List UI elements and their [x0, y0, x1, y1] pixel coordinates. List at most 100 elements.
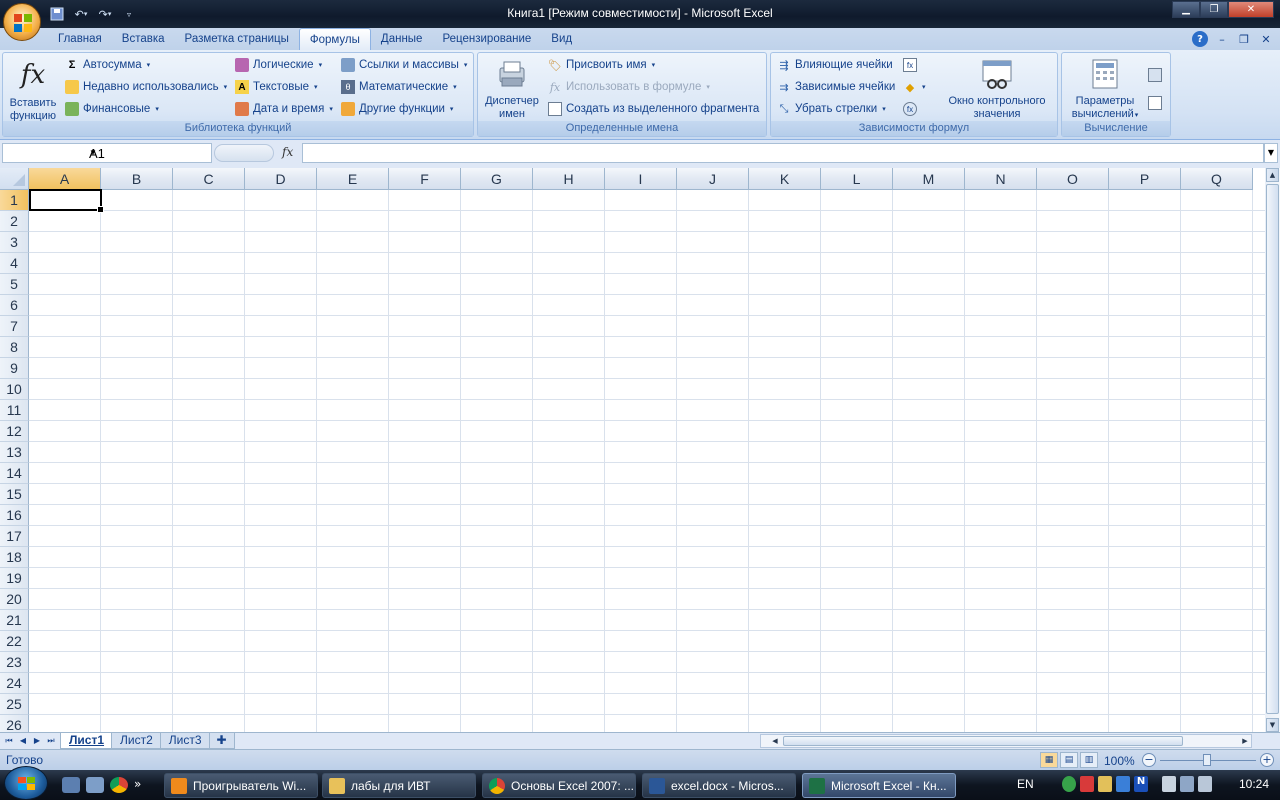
insert-function-fx-button[interactable]: fx	[282, 145, 293, 159]
zoom-out-button[interactable]: −	[1142, 753, 1156, 767]
row-header-4[interactable]: 4	[0, 253, 29, 274]
column-header-h[interactable]: H	[533, 168, 605, 190]
taskbar-item-excel[interactable]: Microsoft Excel - Кн...	[802, 773, 956, 798]
doc-minimize-button[interactable]: –	[1214, 31, 1230, 47]
vertical-scrollbar[interactable]: ▲ ▼	[1265, 168, 1280, 732]
vertical-scroll-thumb[interactable]	[1266, 184, 1279, 714]
evaluate-formula-button[interactable]: fx	[903, 99, 917, 119]
row-header-12[interactable]: 12	[0, 421, 29, 442]
autosum-button[interactable]: Σ Автосумма ▾	[65, 55, 150, 75]
sheet-tab-1[interactable]: Лист1	[60, 733, 114, 749]
close-button[interactable]: ✕	[1228, 1, 1274, 18]
tab-insert[interactable]: Вставка	[112, 28, 175, 50]
row-header-24[interactable]: 24	[0, 673, 29, 694]
row-header-11[interactable]: 11	[0, 400, 29, 421]
active-cell[interactable]	[29, 189, 104, 213]
row-header-5[interactable]: 5	[0, 274, 29, 295]
column-header-g[interactable]: G	[461, 168, 533, 190]
show-desktop-icon[interactable]	[62, 777, 80, 793]
row-header-17[interactable]: 17	[0, 526, 29, 547]
column-header-p[interactable]: P	[1109, 168, 1181, 190]
row-header-6[interactable]: 6	[0, 295, 29, 316]
lookup-functions-button[interactable]: Ссылки и массивы ▾	[341, 55, 467, 75]
first-sheet-icon[interactable]: ⏮	[4, 734, 14, 748]
row-header-23[interactable]: 23	[0, 652, 29, 673]
chevron-down-icon[interactable]: ▼	[89, 148, 208, 157]
antivirus-icon[interactable]	[1080, 776, 1094, 792]
datetime-functions-button[interactable]: Дата и время ▾	[235, 99, 333, 119]
sheet-tab-3[interactable]: Лист3	[159, 733, 211, 749]
column-header-l[interactable]: L	[821, 168, 893, 190]
column-header-o[interactable]: O	[1037, 168, 1109, 190]
row-header-26[interactable]: 26	[0, 715, 29, 732]
row-header-9[interactable]: 9	[0, 358, 29, 379]
row-header-21[interactable]: 21	[0, 610, 29, 631]
row-header-16[interactable]: 16	[0, 505, 29, 526]
use-in-formula-button[interactable]: fx Использовать в формуле ▾	[548, 77, 710, 97]
trace-precedents-button[interactable]: ⇶ Влияющие ячейки	[777, 55, 892, 75]
horizontal-scrollbar[interactable]: ◀ ▶	[760, 734, 1252, 748]
recent-functions-button[interactable]: Недавно использовались ▾	[65, 77, 227, 97]
utorrent-icon[interactable]	[1062, 776, 1076, 792]
next-sheet-icon[interactable]: ▶	[32, 734, 42, 748]
row-header-22[interactable]: 22	[0, 631, 29, 652]
more-quicklaunch-icon[interactable]: »	[134, 777, 141, 793]
select-all-button[interactable]	[0, 168, 29, 190]
calculate-sheet-button[interactable]	[1148, 93, 1162, 113]
normal-view-icon[interactable]: ▦	[1040, 752, 1058, 768]
column-header-e[interactable]: E	[317, 168, 389, 190]
scroll-down-button[interactable]: ▼	[1266, 718, 1279, 732]
switch-windows-icon[interactable]	[86, 777, 104, 793]
column-header-m[interactable]: M	[893, 168, 965, 190]
show-formulas-button[interactable]: fx	[903, 55, 917, 75]
doc-restore-button[interactable]: ❐	[1236, 31, 1252, 47]
maximize-button[interactable]: ❐	[1200, 1, 1228, 18]
n-app-icon[interactable]: N	[1134, 776, 1148, 792]
page-layout-view-icon[interactable]: ▤	[1060, 752, 1078, 768]
taskbar-item-chrome[interactable]: Основы Excel 2007: ...	[482, 773, 636, 798]
calculate-now-button[interactable]	[1148, 65, 1162, 85]
name-manager-button[interactable]: Диспетчер имен	[481, 57, 543, 121]
cell-area[interactable]	[29, 190, 1265, 732]
row-header-10[interactable]: 10	[0, 379, 29, 400]
row-header-25[interactable]: 25	[0, 694, 29, 715]
tab-formulas[interactable]: Формулы	[298, 28, 371, 50]
page-break-view-icon[interactable]: ▥	[1080, 752, 1098, 768]
zoom-in-button[interactable]: +	[1260, 753, 1274, 767]
error-checking-button[interactable]: ◆ ▾	[903, 77, 926, 97]
volume-icon[interactable]	[1198, 776, 1212, 792]
tab-page-layout[interactable]: Разметка страницы	[175, 28, 299, 50]
column-header-c[interactable]: C	[173, 168, 245, 190]
language-indicator[interactable]: EN	[1017, 777, 1034, 791]
row-header-13[interactable]: 13	[0, 442, 29, 463]
sheet-tab-2[interactable]: Лист2	[111, 733, 162, 749]
taskbar-item-folder[interactable]: лабы для ИВТ	[322, 773, 476, 798]
taskbar-item-word[interactable]: excel.docx - Micros...	[642, 773, 796, 798]
help-icon[interactable]: ?	[1192, 31, 1208, 47]
doc-close-button[interactable]: ✕	[1258, 31, 1274, 47]
scroll-left-button[interactable]: ◀	[769, 735, 781, 747]
column-header-q[interactable]: Q	[1181, 168, 1253, 190]
chrome-icon[interactable]	[110, 777, 128, 793]
remove-arrows-button[interactable]: ⤡ Убрать стрелки ▾	[777, 99, 886, 119]
define-name-button[interactable]: 🏷 Присвоить имя ▾	[548, 55, 655, 75]
financial-functions-button[interactable]: Финансовые ▾	[65, 99, 159, 119]
column-header-b[interactable]: B	[101, 168, 173, 190]
column-header-j[interactable]: J	[677, 168, 749, 190]
safely-remove-icon[interactable]	[1162, 776, 1176, 792]
column-header-i[interactable]: I	[605, 168, 677, 190]
logical-functions-button[interactable]: Логические ▾	[235, 55, 322, 75]
column-header-k[interactable]: K	[749, 168, 821, 190]
last-sheet-icon[interactable]: ⏭	[46, 734, 56, 748]
row-header-14[interactable]: 14	[0, 463, 29, 484]
more-functions-button[interactable]: Другие функции ▾	[341, 99, 453, 119]
expand-formula-bar-button[interactable]: ▼	[1264, 143, 1278, 163]
text-functions-button[interactable]: A Текстовые ▾	[235, 77, 318, 97]
column-header-a[interactable]: A	[29, 168, 101, 190]
row-header-19[interactable]: 19	[0, 568, 29, 589]
row-header-8[interactable]: 8	[0, 337, 29, 358]
row-header-18[interactable]: 18	[0, 547, 29, 568]
trace-dependents-button[interactable]: ⇉ Зависимые ячейки	[777, 77, 895, 97]
watch-window-button[interactable]: Окно контрольного значения	[939, 57, 1055, 121]
horizontal-scroll-thumb[interactable]	[783, 736, 1183, 746]
